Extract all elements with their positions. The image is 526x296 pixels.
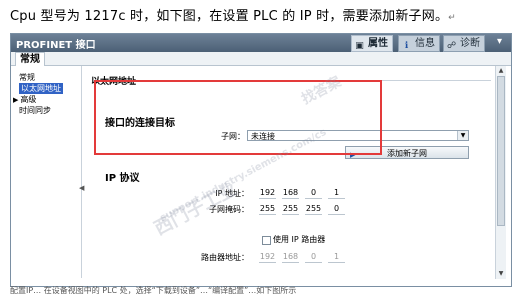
tab-properties[interactable]: ▣ 属性: [351, 35, 393, 52]
nav-item-advanced[interactable]: ▶ 高级: [13, 94, 36, 105]
ip-octet-1[interactable]: 192: [259, 188, 276, 199]
use-router-checkbox[interactable]: [262, 236, 271, 245]
info-icon: ℹ: [404, 41, 409, 51]
scroll-down-icon[interactable]: ▼: [496, 269, 506, 279]
vertical-scrollbar[interactable]: ▲ ▼: [495, 66, 506, 279]
mask-octet-1[interactable]: 255: [259, 204, 276, 215]
title-bar: PROFINET 接口 ▣ 属性 ℹ 信息 ☍ 诊断 ▾: [11, 34, 511, 52]
red-highlight-box: [94, 80, 382, 155]
tab-info[interactable]: ℹ 信息: [398, 35, 440, 52]
use-router-label: 使用 IP 路由器: [273, 235, 326, 244]
profinet-properties-panel: PROFINET 接口 ▣ 属性 ℹ 信息 ☍ 诊断 ▾ 常规 常规 以太网地址 ▶ 高…: [10, 33, 512, 287]
properties-icon: ▣: [355, 41, 364, 51]
collapse-chevron-icon[interactable]: ▾: [497, 36, 502, 47]
scroll-up-icon[interactable]: ▲: [496, 66, 506, 76]
mask-octet-4[interactable]: 0: [328, 204, 345, 215]
router-octet-3[interactable]: 0: [305, 252, 322, 263]
ip-address-label: IP 地址：: [215, 189, 249, 198]
subnet-mask-label: 子网掩码：: [209, 205, 249, 214]
nav-item-general[interactable]: 常规: [19, 72, 35, 83]
router-octet-4[interactable]: 1: [328, 252, 345, 263]
nav-item-ethernet-address[interactable]: 以太网地址: [19, 83, 63, 94]
scroll-thumb[interactable]: [497, 76, 505, 226]
panel-title: PROFINET 接口: [16, 40, 96, 51]
expand-arrow-icon[interactable]: ▶: [13, 96, 18, 104]
router-octet-1[interactable]: 192: [259, 252, 276, 263]
tab-row: 常规: [11, 52, 511, 66]
tab-diagnostics[interactable]: ☍ 诊断: [443, 35, 485, 52]
chevron-down-icon[interactable]: ▼: [457, 131, 468, 140]
tab-general[interactable]: 常规: [15, 52, 45, 66]
router-address-label: 路由器地址：: [201, 253, 249, 262]
mask-octet-2[interactable]: 255: [282, 204, 299, 215]
diagnostics-icon: ☍: [446, 41, 457, 51]
ip-octet-3[interactable]: 0: [305, 188, 322, 199]
router-octet-2[interactable]: 168: [282, 252, 299, 263]
ip-octet-4[interactable]: 1: [328, 188, 345, 199]
ip-octet-2[interactable]: 168: [282, 188, 299, 199]
intro-text: Cpu 型号为 1217c 时，如下图，在设置 PLC 的 IP 时，需要添加新…: [10, 9, 456, 24]
ip-protocol-heading: IP 协议: [105, 173, 140, 184]
mask-octet-3[interactable]: 255: [305, 204, 322, 215]
cut-off-caption: 配置IP… 在设备视图中的 PLC 处，选择“下载到设备”…“编译配置”…如下图…: [10, 286, 297, 295]
nav-tree: 常规 以太网地址 ▶ 高级 时间同步 ◀: [11, 66, 84, 278]
nav-item-time-sync[interactable]: 时间同步: [19, 105, 51, 116]
